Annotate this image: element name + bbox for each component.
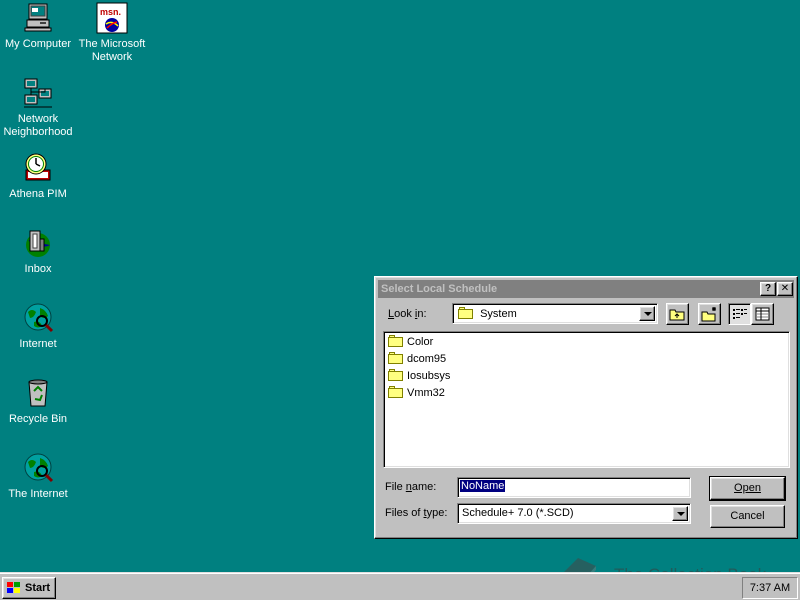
my-computer-icon (22, 2, 54, 34)
chevron-down-icon (677, 512, 685, 516)
folder-name: Vmm32 (407, 387, 445, 399)
close-button[interactable]: ✕ (777, 282, 793, 296)
chevron-down-icon (644, 312, 652, 316)
icon-label: Recycle Bin (8, 413, 68, 425)
files-of-type-dropdown-button[interactable] (672, 506, 688, 521)
list-view-icon (733, 309, 747, 319)
dialog-title: Select Local Schedule (381, 283, 498, 295)
new-folder-button[interactable] (698, 303, 721, 325)
files-of-type-label: Files of type: (385, 507, 448, 519)
clock-text: 7:37 AM (749, 582, 791, 594)
desktop-icon-athena-pim[interactable]: Athena PIM (0, 152, 76, 201)
desktop-icon-inbox[interactable]: Inbox (0, 227, 76, 276)
folder-icon (388, 352, 404, 364)
start-label: Start (25, 582, 51, 594)
list-item[interactable]: Color (388, 334, 433, 350)
folder-name: Color (407, 336, 434, 348)
files-of-type-dropdown[interactable]: Schedule+ 7.0 (*.SCD) (457, 503, 691, 524)
system-tray-clock[interactable]: 7:37 AM (742, 577, 798, 599)
details-view-icon (755, 307, 770, 321)
icon-label: My Computer (4, 38, 72, 50)
folder-open-icon (458, 307, 474, 319)
desktop-icon-my-computer[interactable]: My Computer (0, 2, 76, 51)
globe-icon (22, 452, 54, 484)
file-name-value: NoName (458, 479, 507, 493)
desktop-icon-network-neighborhood[interactable]: Network Neighborhood (0, 77, 76, 139)
open-button[interactable]: Open (709, 476, 786, 501)
icon-label: The Internet (8, 488, 68, 500)
cancel-button-label: Cancel (730, 510, 765, 522)
folder-icon (388, 386, 404, 398)
folder-name: dcom95 (407, 353, 447, 365)
dialog-titlebar[interactable]: Select Local Schedule ? ✕ (378, 280, 794, 298)
globe-icon (22, 302, 54, 334)
desktop-icon-recycle-bin[interactable]: Recycle Bin (0, 377, 76, 426)
desktop-icon-internet[interactable]: Internet (0, 302, 76, 351)
open-button-label: Open (734, 482, 761, 494)
look-in-label: Look in: (388, 308, 427, 320)
icon-label: Athena PIM (9, 188, 67, 200)
taskbar: Start 7:37 AM (0, 572, 800, 600)
recycle-bin-icon (22, 377, 54, 409)
up-folder-icon (669, 309, 685, 321)
help-icon: ? (764, 283, 772, 294)
network-icon (22, 77, 54, 109)
icon-label: Inbox (24, 263, 52, 275)
msn-logo-text: msn. (100, 7, 121, 17)
file-list[interactable]: Color dcom95 Iosubsys Vmm32 (383, 331, 790, 468)
desktop-icon-the-internet[interactable]: The Internet (0, 452, 76, 501)
close-icon: ✕ (780, 283, 790, 294)
file-name-field[interactable]: NoName (457, 477, 691, 498)
folder-icon (388, 369, 404, 381)
icon-label: Internet (19, 338, 57, 350)
folder-icon (388, 335, 404, 347)
clock-book-icon (22, 152, 54, 184)
details-view-button[interactable] (751, 303, 774, 325)
help-button[interactable]: ? (760, 282, 776, 296)
look-in-dropdown-button[interactable] (639, 306, 655, 321)
look-in-value: System (480, 308, 517, 320)
inbox-icon (22, 227, 54, 259)
list-item[interactable]: Vmm32 (388, 385, 445, 401)
list-item[interactable]: dcom95 (388, 351, 446, 367)
icon-label: The Microsoft Network (78, 38, 146, 63)
msn-icon: msn. (96, 2, 128, 34)
start-button[interactable]: Start (2, 577, 56, 599)
file-name-label: File name: (385, 481, 437, 493)
new-folder-icon (701, 307, 716, 322)
list-item[interactable]: Iosubsys (388, 368, 450, 384)
cancel-button[interactable]: Cancel (710, 505, 785, 528)
list-view-button[interactable] (728, 303, 751, 325)
icon-label: Network Neighborhood (3, 113, 73, 138)
up-one-level-button[interactable] (666, 303, 689, 325)
files-of-type-value: Schedule+ 7.0 (*.SCD) (462, 507, 574, 519)
look-in-dropdown[interactable]: System (452, 303, 658, 324)
folder-name: Iosubsys (407, 370, 451, 382)
windows-logo-icon (7, 582, 20, 593)
desktop-icon-msn[interactable]: msn. The Microsoft Network (74, 2, 150, 64)
